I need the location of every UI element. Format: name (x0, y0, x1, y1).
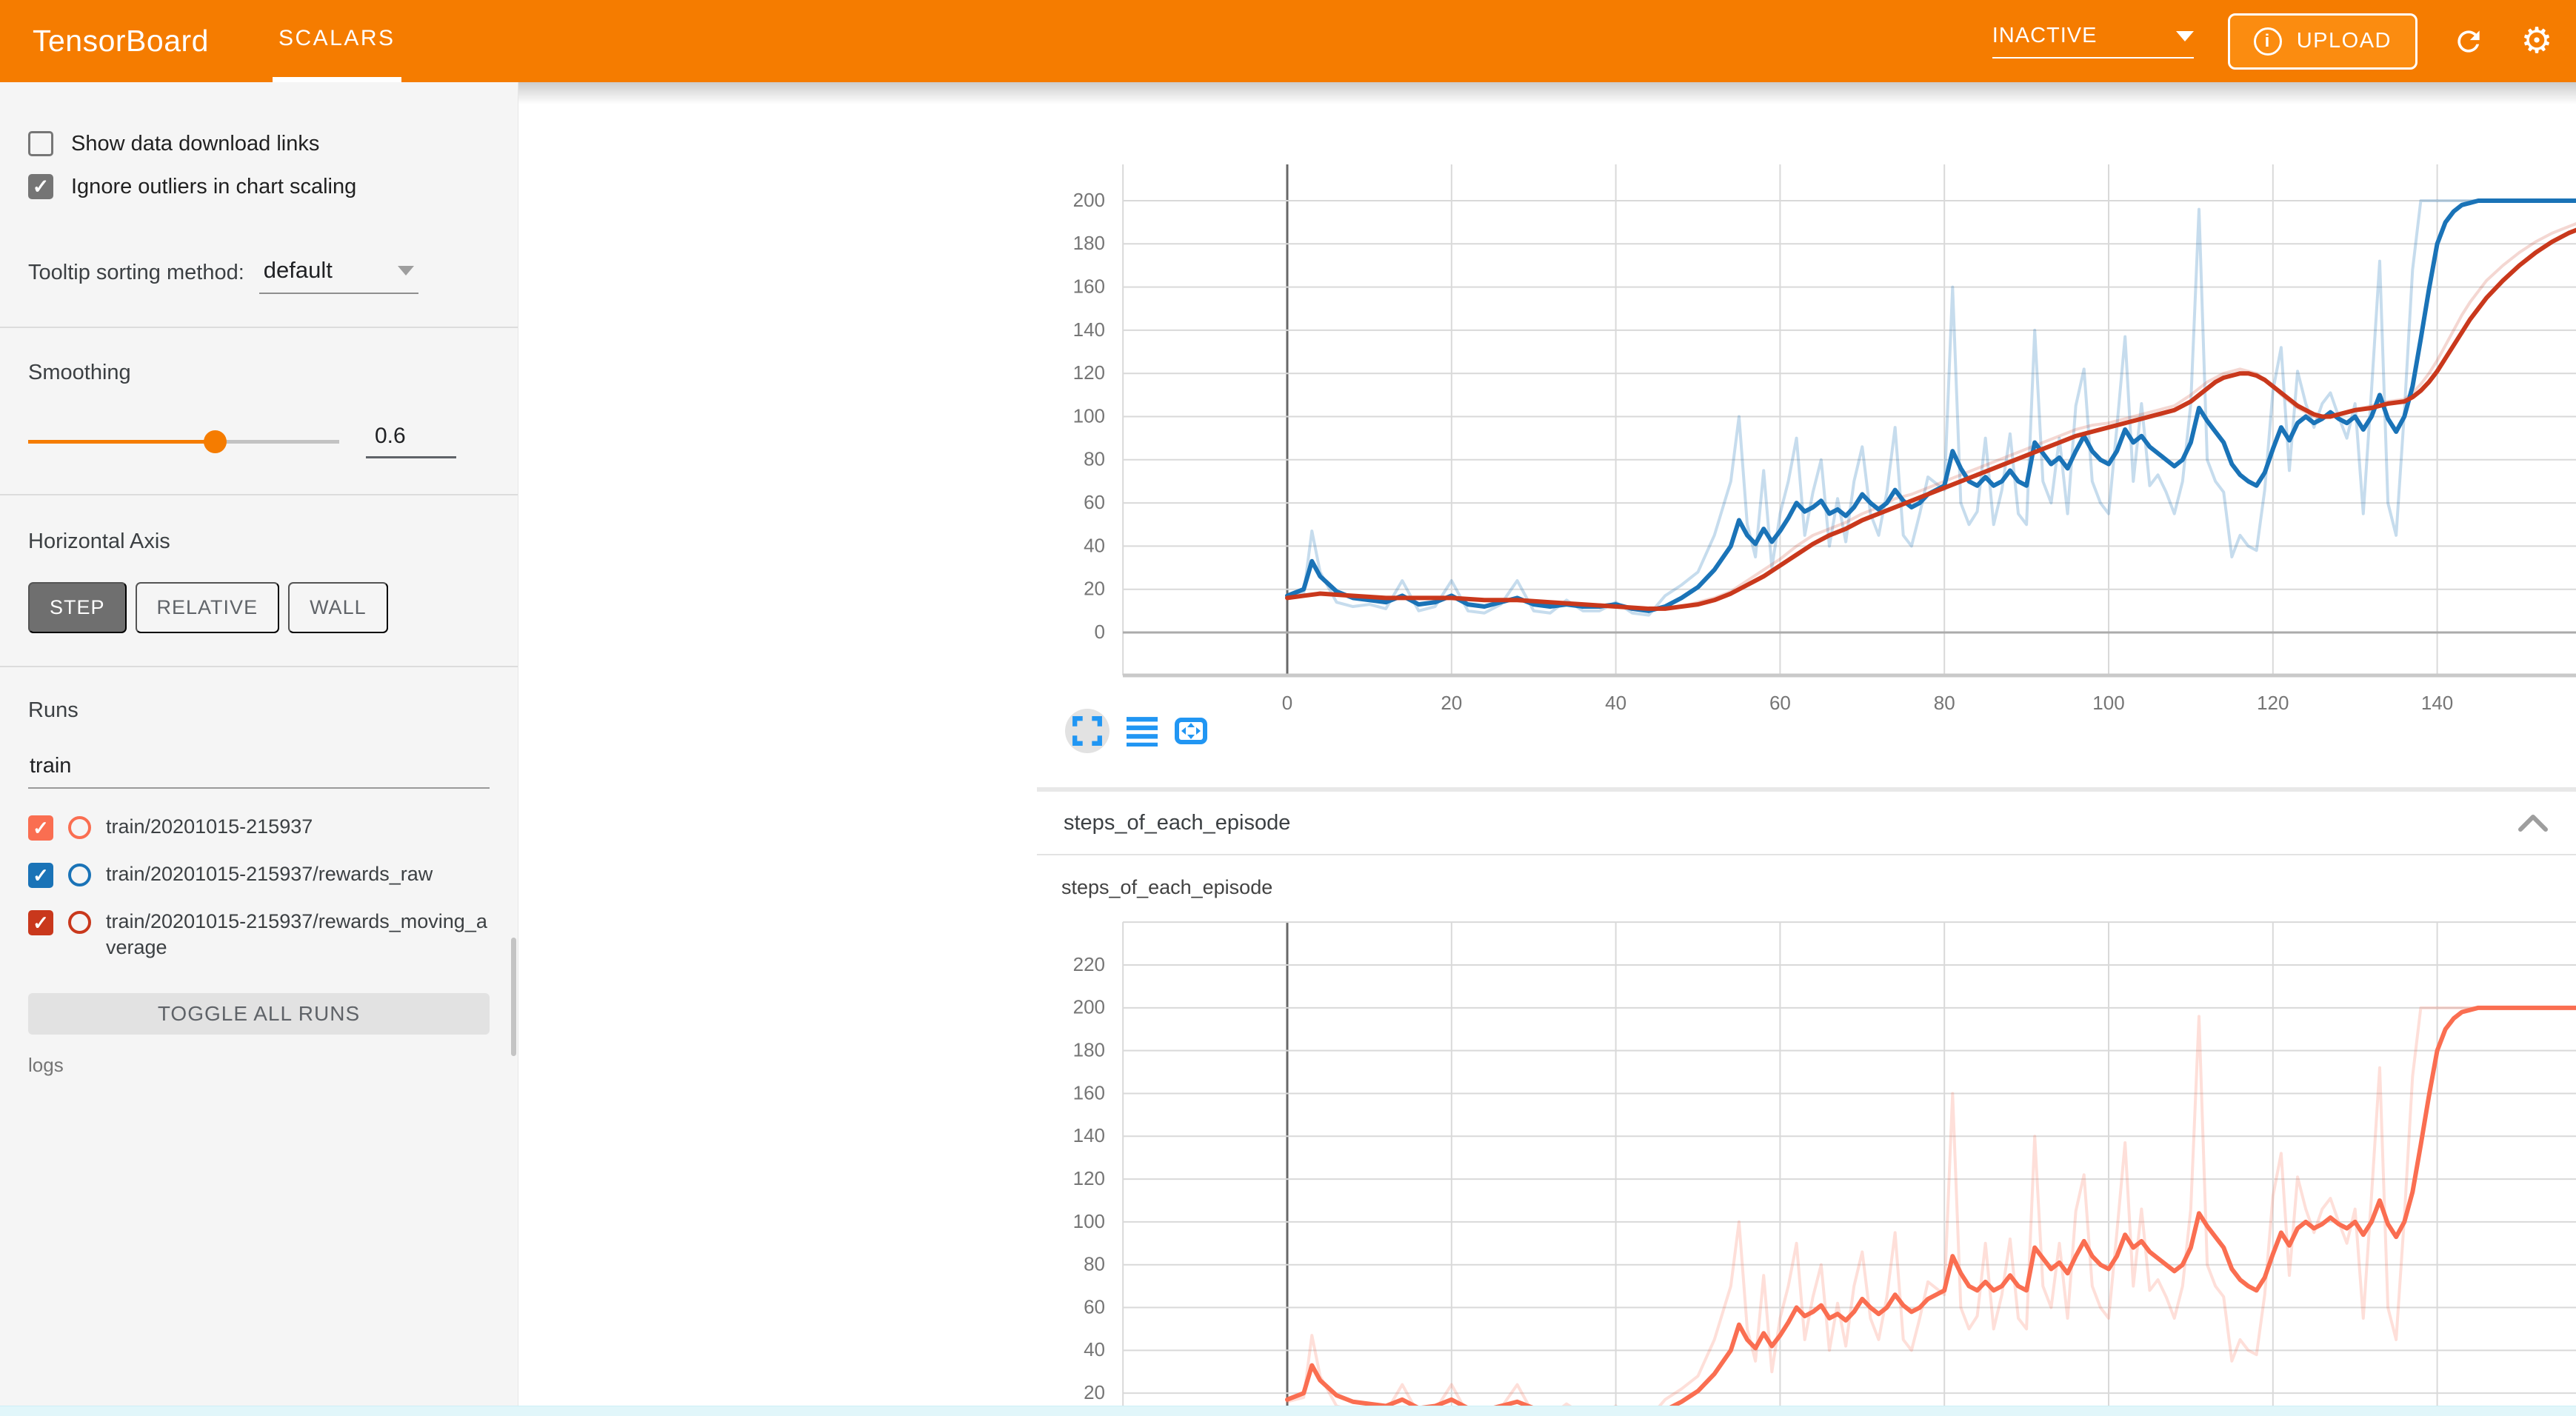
x-tick-label: 140 (2421, 692, 2453, 714)
y-tick-label: 120 (1073, 361, 1105, 384)
x-tick-label: 120 (2257, 692, 2289, 714)
y-tick-label: 20 (1084, 578, 1105, 600)
charts-main-area: 0 20 40 60 80 100 120 140 160 180 200 0 20 40 60 80 100 1… (518, 82, 2576, 1416)
run-isolate-radio-icon[interactable] (68, 864, 91, 886)
axis-button-wall[interactable]: WALL (288, 582, 388, 633)
y-tick-label: 140 (1073, 318, 1105, 341)
rewards-chart[interactable]: 0 20 40 60 80 100 120 140 160 180 200 0 20 40 60 80 100 1… (1037, 164, 2576, 716)
y-tick-label: 0 (1095, 621, 1105, 643)
info-icon: i (2254, 27, 2282, 56)
tooltip-sorting-label: Tooltip sorting method: (28, 261, 244, 294)
y-tick-label: 60 (1084, 1295, 1105, 1318)
runs-filter-input[interactable] (28, 754, 490, 789)
tensorboard-app: TensorBoard SCALARS INACTIVE i UPLOAD ⚙ (0, 0, 2576, 1416)
run-row[interactable]: ✓ train/20201015-215937 (28, 814, 490, 841)
runs-label: Runs (28, 698, 490, 723)
smoothing-label: Smoothing (28, 361, 490, 385)
option-checkbox-label: Show data download links (71, 132, 319, 156)
chevron-down-icon (398, 266, 414, 275)
sidebar-scrollbar[interactable] (511, 938, 516, 1056)
section-header[interactable]: steps_of_each_episode (1037, 792, 2576, 855)
chevron-up-icon[interactable] (2517, 812, 2549, 834)
y-tick-label: 180 (1073, 1039, 1105, 1061)
run-checkbox-icon[interactable]: ✓ (28, 815, 53, 841)
x-tick-label: 60 (1769, 692, 1791, 714)
steps-chart[interactable]: 020406080100120140160180200220 (1037, 904, 2576, 1416)
run-row[interactable]: ✓ train/20201015-215937/rewards_raw (28, 861, 490, 888)
expand-chart-icon[interactable] (1065, 709, 1110, 753)
tooltip-sorting-value: default (264, 257, 333, 284)
y-tick-label: 100 (1073, 1210, 1105, 1232)
tooltip-sorting-select[interactable]: default (259, 254, 418, 294)
series-line (1287, 203, 2576, 609)
y-tick-label: 140 (1073, 1124, 1105, 1146)
section-title: steps_of_each_episode (1064, 811, 1290, 835)
option-checkbox-row[interactable]: ✓ Ignore outliers in chart scaling (28, 165, 490, 208)
run-label: train/20201015-215937/rewards_moving_ave… (106, 909, 490, 961)
y-tick-label: 60 (1084, 491, 1105, 513)
general-options: Show data download links ✓ Ignore outliers… (28, 122, 490, 208)
header-actions: INACTIVE i UPLOAD ⚙ (1992, 13, 2576, 70)
runs-list: ✓ train/20201015-215937 ✓ train/20201015-21… (28, 814, 490, 961)
x-tick-label: 0 (1282, 692, 1292, 714)
x-tick-label: 80 (1934, 692, 1955, 714)
toggle-all-runs-button[interactable]: TOGGLE ALL RUNS (28, 993, 490, 1035)
y-tick-label: 200 (1073, 996, 1105, 1018)
option-checkbox-row[interactable]: Show data download links (28, 122, 490, 165)
horizontal-axis-label: Horizontal Axis (28, 530, 490, 554)
axis-button-step[interactable]: STEP (28, 582, 127, 633)
y-tick-label: 100 (1073, 404, 1105, 427)
y-tick-label: 220 (1073, 953, 1105, 975)
run-row[interactable]: ✓ train/20201015-215937/rewards_moving_av… (28, 909, 490, 961)
axis-button-relative[interactable]: RELATIVE (136, 582, 280, 633)
status-dropdown-value: INACTIVE (1992, 24, 2098, 48)
chart-toolbar (1065, 709, 1207, 753)
x-tick-label: 100 (2092, 692, 2124, 714)
option-checkbox-label: Ignore outliers in chart scaling (71, 175, 356, 199)
run-isolate-radio-icon[interactable] (68, 816, 91, 839)
y-tick-label: 40 (1084, 1338, 1105, 1360)
checkbox-unchecked-icon[interactable] (28, 131, 53, 156)
app-header: TensorBoard SCALARS INACTIVE i UPLOAD ⚙ (0, 0, 2576, 82)
refresh-icon[interactable] (2452, 24, 2486, 59)
logs-label: logs (28, 1054, 490, 1077)
smoothing-slider[interactable] (28, 430, 339, 452)
chart-card-title: steps_of_each_episode (1061, 876, 1272, 899)
run-label: train/20201015-215937 (106, 814, 313, 840)
run-checkbox-icon[interactable]: ✓ (28, 910, 53, 935)
upload-button[interactable]: i UPLOAD (2228, 13, 2417, 70)
y-tick-label: 160 (1073, 1081, 1105, 1103)
chevron-down-icon (2176, 31, 2194, 41)
settings-gear-icon[interactable]: ⚙ (2520, 24, 2554, 59)
bottom-strip (0, 1406, 2576, 1416)
run-isolate-radio-icon[interactable] (68, 911, 91, 934)
y-tick-label: 80 (1084, 448, 1105, 470)
y-tick-label: 160 (1073, 275, 1105, 297)
run-label: train/20201015-215937/rewards_raw (106, 861, 433, 887)
data-lines-icon[interactable] (1126, 715, 1158, 747)
horizontal-axis-buttons: STEPRELATIVEWALL (28, 582, 490, 633)
y-tick-label: 20 (1084, 1381, 1105, 1403)
status-dropdown[interactable]: INACTIVE (1992, 24, 2194, 59)
smoothing-row: 0.6 (28, 424, 490, 458)
series-line (1287, 1008, 2576, 1415)
upload-button-label: UPLOAD (2297, 29, 2392, 53)
smoothing-slider-thumb[interactable] (204, 430, 227, 453)
y-tick-label: 180 (1073, 232, 1105, 254)
y-tick-label: 80 (1084, 1253, 1105, 1275)
smoothing-value-input[interactable]: 0.6 (366, 424, 456, 458)
app-logo: TensorBoard (33, 24, 209, 59)
x-tick-label: 40 (1605, 692, 1626, 714)
y-tick-label: 200 (1073, 189, 1105, 211)
checkbox-checked-icon[interactable]: ✓ (28, 174, 53, 199)
y-tick-label: 40 (1084, 534, 1105, 556)
settings-sidebar: Show data download links ✓ Ignore outliers… (0, 82, 518, 1416)
smoothing-slider-fill (28, 440, 215, 444)
y-tick-label: 120 (1073, 1167, 1105, 1189)
fit-domain-icon[interactable] (1175, 715, 1207, 747)
x-tick-label: 20 (1441, 692, 1462, 714)
tab-scalars[interactable]: SCALARS (273, 0, 401, 82)
tooltip-sorting-row: Tooltip sorting method: default (28, 254, 490, 294)
run-checkbox-icon[interactable]: ✓ (28, 863, 53, 888)
